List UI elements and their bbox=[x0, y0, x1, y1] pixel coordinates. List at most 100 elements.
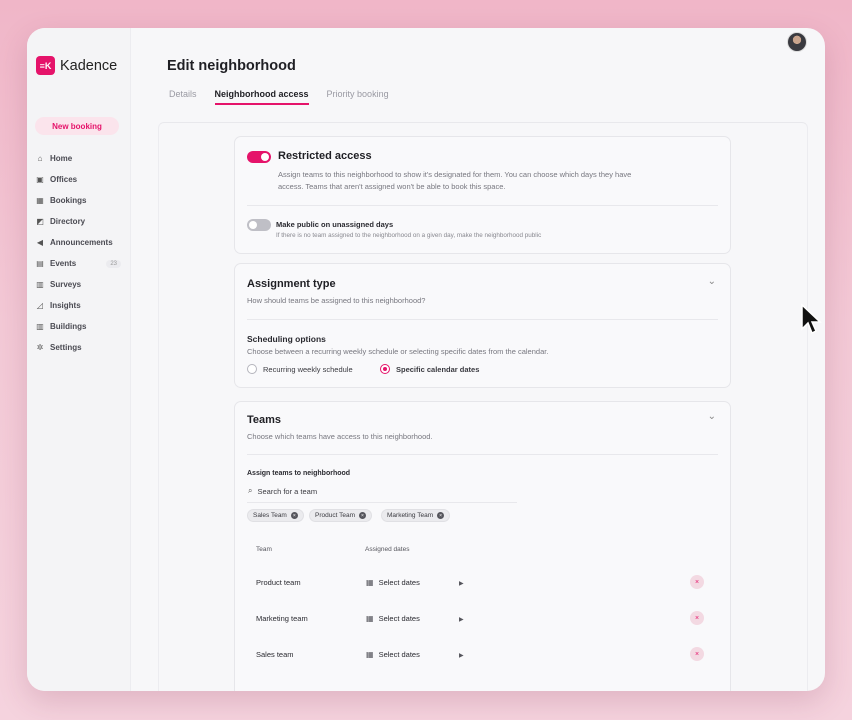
page-title: Edit neighborhood bbox=[167, 58, 296, 74]
search-placeholder: Search for a team bbox=[257, 486, 318, 496]
chevron-down-icon[interactable]: ⌄ bbox=[708, 411, 716, 422]
make-public-toggle[interactable] bbox=[247, 219, 271, 231]
sidebar-item-label: Insights bbox=[50, 301, 81, 310]
assignment-type-desc: How should teams be assigned to this nei… bbox=[247, 296, 426, 305]
sidebar-item-label: Settings bbox=[50, 343, 82, 352]
sidebar-item-events[interactable]: ▤ Events 23 bbox=[35, 253, 121, 274]
scheduling-options-desc: Choose between a recurring weekly schedu… bbox=[247, 347, 549, 356]
calendar-icon: ▦ bbox=[366, 650, 374, 659]
tab-bar: Details Neighborhood access Priority boo… bbox=[169, 89, 407, 105]
sidebar-item-settings[interactable]: ✲ Settings bbox=[35, 337, 121, 358]
calendar-icon: ▦ bbox=[366, 614, 374, 623]
team-chip: Sales Team × bbox=[247, 509, 304, 522]
directory-icon: ◩ bbox=[36, 217, 44, 226]
caret-right-icon[interactable]: ▶ bbox=[459, 652, 464, 659]
remove-team-button[interactable]: × bbox=[690, 575, 704, 589]
team-name: Marketing team bbox=[256, 614, 308, 623]
caret-right-icon[interactable]: ▶ bbox=[459, 616, 464, 623]
sidebar-item-label: Directory bbox=[50, 217, 86, 226]
sidebar-item-label: Surveys bbox=[50, 280, 82, 289]
kadence-logo-icon: ≡K bbox=[36, 56, 55, 75]
sidebar-item-label: Offices bbox=[50, 175, 78, 184]
mouse-cursor-icon bbox=[801, 303, 822, 335]
office-icon: ▣ bbox=[36, 175, 44, 184]
remove-team-button[interactable]: × bbox=[690, 647, 704, 661]
chip-remove-icon[interactable]: × bbox=[437, 512, 445, 519]
tab-priority-booking[interactable]: Priority booking bbox=[327, 89, 389, 105]
select-dates-label: Select dates bbox=[378, 614, 420, 623]
chip-remove-icon[interactable]: × bbox=[290, 512, 298, 519]
restricted-access-desc-line2: access. Teams that aren't assigned won't… bbox=[278, 182, 506, 191]
radio-label: Specific calendar dates bbox=[396, 364, 480, 374]
calendar-icon: ▦ bbox=[366, 578, 374, 587]
assignment-type-title: Assignment type bbox=[247, 278, 336, 290]
sidebar-item-announcements[interactable]: ◀ Announcements bbox=[35, 232, 121, 253]
select-dates-label: Select dates bbox=[378, 650, 420, 659]
teams-card: Teams ⌄ Choose which teams have access t… bbox=[234, 401, 731, 691]
app-name: Kadence bbox=[60, 57, 118, 74]
caret-right-icon[interactable]: ▶ bbox=[459, 580, 464, 587]
sidebar-item-offices[interactable]: ▣ Offices bbox=[35, 169, 121, 190]
sidebar-item-label: Bookings bbox=[50, 196, 87, 205]
new-booking-button[interactable]: New booking bbox=[35, 117, 119, 135]
events-icon: ▤ bbox=[36, 259, 44, 268]
assign-teams-label: Assign teams to neighborhood bbox=[247, 470, 351, 477]
teams-desc: Choose which teams have access to this n… bbox=[247, 432, 433, 441]
team-search-input[interactable]: ⌕ Search for a team bbox=[248, 486, 317, 496]
assignment-type-card: Assignment type ⌄ How should teams be as… bbox=[234, 263, 731, 388]
chevron-down-icon[interactable]: ⌄ bbox=[708, 276, 716, 287]
make-public-desc: If there is no team assigned to the neig… bbox=[276, 232, 542, 239]
logo[interactable]: ≡K Kadence bbox=[36, 56, 117, 75]
sidebar-item-label: Events bbox=[50, 259, 77, 268]
home-icon: ⌂ bbox=[37, 154, 43, 163]
megaphone-icon: ◀ bbox=[36, 238, 44, 247]
remove-team-button[interactable]: × bbox=[690, 611, 704, 625]
events-count-badge: 23 bbox=[106, 259, 121, 268]
app-window: ≡K Kadence New booking ⌂ Home ▣ Offices … bbox=[27, 28, 825, 691]
chip-label: Marketing Team bbox=[387, 512, 434, 519]
radio-button[interactable] bbox=[380, 364, 390, 374]
sidebar-item-label: Home bbox=[50, 154, 73, 163]
user-avatar[interactable] bbox=[787, 32, 807, 52]
survey-icon: ▥ bbox=[36, 280, 44, 289]
chip-remove-icon[interactable]: × bbox=[358, 512, 366, 519]
sidebar-item-insights[interactable]: ◿ Insights bbox=[35, 295, 121, 316]
sidebar: ≡K Kadence New booking ⌂ Home ▣ Offices … bbox=[27, 28, 131, 691]
sidebar-item-label: Buildings bbox=[50, 322, 87, 331]
radio-label: Recurring weekly schedule bbox=[263, 364, 353, 374]
sidebar-item-bookings[interactable]: ▦ Bookings bbox=[35, 190, 121, 211]
scheduling-options-title: Scheduling options bbox=[247, 334, 326, 344]
radio-recurring-weekly[interactable]: Recurring weekly schedule bbox=[247, 364, 353, 374]
radio-button[interactable] bbox=[247, 364, 257, 374]
team-chip: Product Team × bbox=[309, 509, 372, 522]
sidebar-item-buildings[interactable]: ▥ Buildings bbox=[35, 316, 121, 337]
tab-details[interactable]: Details bbox=[169, 89, 197, 105]
select-dates-button[interactable]: ▦ Select dates bbox=[366, 614, 420, 623]
tab-neighborhood-access[interactable]: Neighborhood access bbox=[214, 89, 309, 105]
chip-label: Sales Team bbox=[253, 512, 287, 519]
sidebar-item-surveys[interactable]: ▥ Surveys bbox=[35, 274, 121, 295]
restricted-access-toggle[interactable] bbox=[247, 151, 271, 163]
column-header-team: Team bbox=[256, 546, 272, 553]
select-dates-button[interactable]: ▦ Select dates bbox=[366, 578, 420, 587]
team-name: Sales team bbox=[256, 650, 294, 659]
sidebar-item-home[interactable]: ⌂ Home bbox=[35, 148, 121, 169]
insights-icon: ◿ bbox=[36, 301, 44, 310]
restricted-access-title: Restricted access bbox=[278, 150, 372, 162]
column-header-assigned-dates: Assigned dates bbox=[365, 546, 410, 553]
select-dates-label: Select dates bbox=[378, 578, 420, 587]
building-icon: ▥ bbox=[36, 322, 44, 331]
sidebar-nav: ⌂ Home ▣ Offices ▦ Bookings ◩ Directory … bbox=[35, 148, 121, 358]
radio-specific-dates[interactable]: Specific calendar dates bbox=[380, 364, 479, 374]
teams-title: Teams bbox=[247, 414, 282, 426]
sidebar-item-label: Announcements bbox=[50, 238, 113, 247]
gear-icon: ✲ bbox=[36, 343, 44, 352]
team-name: Product team bbox=[256, 578, 301, 587]
search-icon: ⌕ bbox=[248, 486, 253, 495]
sidebar-item-directory[interactable]: ◩ Directory bbox=[35, 211, 121, 232]
select-dates-button[interactable]: ▦ Select dates bbox=[366, 650, 420, 659]
calendar-icon: ▦ bbox=[36, 196, 44, 205]
restricted-access-card: Restricted access Assign teams to this n… bbox=[234, 136, 731, 254]
team-chip: Marketing Team × bbox=[381, 509, 451, 522]
make-public-title: Make public on unassigned days bbox=[276, 220, 394, 229]
